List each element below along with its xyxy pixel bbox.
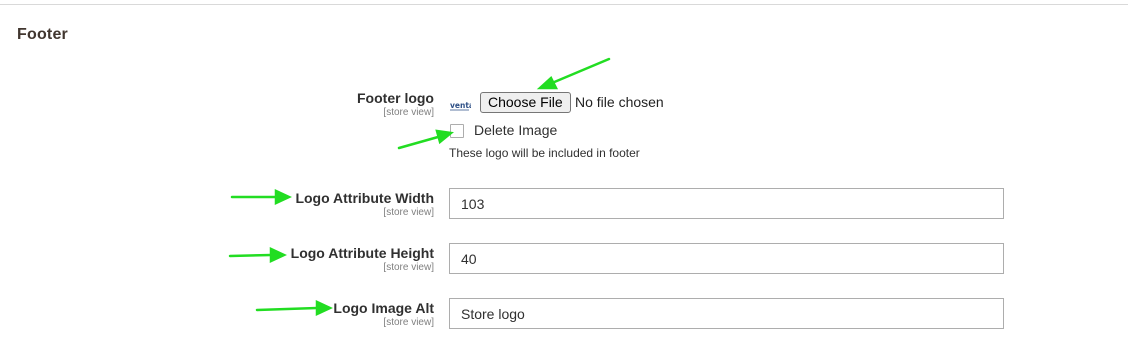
footer-logo-scope: [store view] xyxy=(383,107,434,118)
logo-height-scope: [store view] xyxy=(383,262,434,273)
choose-file-button[interactable]: Choose File xyxy=(480,92,571,113)
logo-width-scope: [store view] xyxy=(383,207,434,218)
footer-logo-thumbnail: venta xyxy=(449,93,471,115)
section-divider xyxy=(0,4,1128,5)
arrow-to-height-label-icon xyxy=(228,247,287,263)
logo-alt-scope: [store view] xyxy=(383,317,434,328)
delete-image-checkbox[interactable] xyxy=(450,124,464,138)
logo-width-label: Logo Attribute Width xyxy=(295,190,434,206)
footer-logo-label: Footer logo xyxy=(357,90,434,106)
arrow-to-delete-checkbox-icon xyxy=(397,129,454,150)
logo-alt-input[interactable] xyxy=(449,298,1004,329)
logo-height-label: Logo Attribute Height xyxy=(290,245,434,261)
footer-logo-label-group: Footer logo [store view] xyxy=(357,90,434,119)
logo-alt-label: Logo Image Alt xyxy=(333,300,434,316)
arrow-to-alt-label-icon xyxy=(255,300,333,316)
footer-logo-note: These logo will be included in footer xyxy=(449,146,640,160)
arrow-to-choose-file-icon xyxy=(536,57,611,90)
arrow-to-width-label-icon xyxy=(230,189,292,205)
logo-height-input[interactable] xyxy=(449,243,1004,274)
config-page: Footer Footer logo [store view] venta Ch… xyxy=(0,0,1136,356)
section-title[interactable]: Footer xyxy=(17,26,68,44)
delete-image-label[interactable]: Delete Image xyxy=(474,122,557,138)
file-status-text: No file chosen xyxy=(575,94,664,110)
logo-height-label-group: Logo Attribute Height [store view] xyxy=(291,245,434,274)
footer-logo-thumbnail-text: venta xyxy=(450,101,471,110)
logo-width-input[interactable] xyxy=(449,188,1004,219)
logo-width-label-group: Logo Attribute Width [store view] xyxy=(295,190,434,219)
logo-alt-label-group: Logo Image Alt [store view] xyxy=(333,300,434,329)
